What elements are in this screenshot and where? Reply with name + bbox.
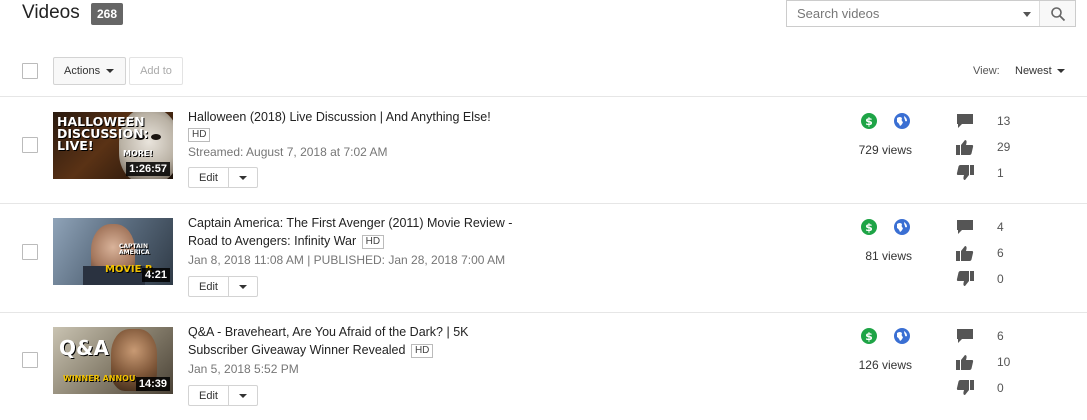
thumbs-up-icon bbox=[956, 355, 974, 370]
video-title-link[interactable]: Captain America: The First Avenger (2011… bbox=[188, 216, 512, 248]
hd-badge: HD bbox=[188, 127, 211, 142]
video-title-block: Captain America: The First Avenger (2011… bbox=[188, 214, 533, 250]
like-count: 10 bbox=[997, 355, 1011, 369]
edit-button[interactable]: Edit bbox=[189, 168, 229, 187]
select-all-checkbox[interactable] bbox=[22, 63, 38, 79]
comment-icon bbox=[957, 220, 973, 234]
edit-menu-button[interactable] bbox=[229, 386, 257, 405]
video-duration: 4:21 bbox=[141, 268, 170, 282]
thumbs-down-icon bbox=[956, 380, 974, 395]
dislike-count: 1 bbox=[997, 166, 1004, 180]
chevron-down-icon bbox=[1056, 69, 1065, 73]
globe-icon[interactable] bbox=[894, 219, 910, 235]
edit-button[interactable]: Edit bbox=[189, 386, 229, 405]
thumbnail-caption: HALLOWEEN DISCUSSION: LIVE! bbox=[57, 114, 149, 153]
video-duration: 14:39 bbox=[135, 377, 170, 391]
svg-text:$: $ bbox=[865, 330, 873, 343]
sort-dropdown[interactable]: Newest bbox=[1015, 65, 1065, 77]
edit-button[interactable]: Edit bbox=[189, 277, 229, 296]
thumbnail-caption: Q&A bbox=[59, 336, 109, 360]
video-views: 81 views bbox=[865, 249, 912, 263]
video-count-badge: 268 bbox=[91, 3, 123, 25]
page-title: Videos bbox=[22, 2, 80, 23]
globe-icon[interactable] bbox=[894, 328, 910, 344]
chevron-down-icon bbox=[239, 284, 247, 289]
video-row: CAPTAIN AMERICA MOVIE R 4:21 Captain Ame… bbox=[0, 204, 1087, 312]
video-duration: 1:26:57 bbox=[126, 162, 170, 176]
dislike-count: 0 bbox=[997, 381, 1004, 395]
search-button[interactable] bbox=[1039, 1, 1075, 26]
chevron-down-icon bbox=[239, 175, 247, 180]
svg-text:$: $ bbox=[865, 221, 873, 234]
comment-count: 6 bbox=[997, 329, 1004, 343]
edit-button-group: Edit bbox=[188, 276, 258, 297]
like-count: 6 bbox=[997, 246, 1004, 260]
comment-icon bbox=[957, 329, 973, 343]
video-select-checkbox[interactable] bbox=[22, 352, 38, 368]
thumbnail-caption-small: CAPTAIN AMERICA bbox=[119, 243, 150, 256]
search-dropdown-caret-icon[interactable] bbox=[1023, 12, 1031, 17]
video-thumbnail[interactable]: CAPTAIN AMERICA MOVIE R 4:21 bbox=[53, 218, 173, 285]
sort-value-label: Newest bbox=[1015, 65, 1052, 77]
video-views: 126 views bbox=[858, 358, 912, 372]
video-thumbnail[interactable]: Q&A WINNER ANNOU 14:39 bbox=[53, 327, 173, 394]
video-date: Jan 5, 2018 5:52 PM bbox=[188, 362, 299, 376]
video-row: HALLOWEEN DISCUSSION: LIVE! MORE! 1:26:5… bbox=[0, 97, 1087, 205]
chevron-down-icon bbox=[106, 69, 115, 73]
actions-button[interactable]: Actions bbox=[53, 57, 126, 85]
globe-icon[interactable] bbox=[894, 113, 910, 129]
video-select-checkbox[interactable] bbox=[22, 137, 38, 153]
actions-label: Actions bbox=[64, 65, 101, 77]
add-to-button[interactable]: Add to bbox=[129, 57, 183, 85]
comment-count: 4 bbox=[997, 220, 1004, 234]
video-title-block: Q&A - Braveheart, Are You Afraid of the … bbox=[188, 323, 503, 359]
thumbs-up-icon bbox=[956, 246, 974, 261]
thumbs-up-icon bbox=[956, 140, 974, 155]
dollar-circle-icon[interactable]: $ bbox=[861, 219, 877, 235]
hd-badge: HD bbox=[410, 343, 434, 358]
search-input[interactable] bbox=[787, 1, 1039, 26]
video-views: 729 views bbox=[858, 143, 912, 157]
comment-count: 13 bbox=[997, 114, 1011, 128]
like-count: 29 bbox=[997, 140, 1011, 154]
video-date: Jan 8, 2018 11:08 AM | PUBLISHED: Jan 28… bbox=[188, 253, 506, 267]
thumbs-down-icon bbox=[956, 165, 974, 180]
edit-button-group: Edit bbox=[188, 167, 258, 188]
edit-button-group: Edit bbox=[188, 385, 258, 406]
search-box bbox=[786, 0, 1076, 27]
dislike-count: 0 bbox=[997, 272, 1004, 286]
thumbnail-caption-small: MORE! bbox=[123, 149, 154, 158]
dollar-circle-icon[interactable]: $ bbox=[861, 328, 877, 344]
edit-menu-button[interactable] bbox=[229, 168, 257, 187]
video-row: Q&A WINNER ANNOU 14:39 Q&A - Braveheart,… bbox=[0, 313, 1087, 420]
video-date: Streamed: August 7, 2018 at 7:02 AM bbox=[188, 145, 388, 159]
chevron-down-icon bbox=[239, 393, 247, 398]
view-label: View: bbox=[973, 65, 1000, 77]
dollar-circle-icon[interactable]: $ bbox=[861, 113, 877, 129]
thumbnail-caption-small: WINNER ANNOU bbox=[63, 374, 136, 383]
edit-menu-button[interactable] bbox=[229, 277, 257, 296]
search-icon bbox=[1050, 6, 1065, 21]
thumbs-down-icon bbox=[956, 271, 974, 286]
video-title-link[interactable]: Halloween (2018) Live Discussion | And A… bbox=[188, 108, 548, 126]
comment-icon bbox=[957, 114, 973, 128]
video-select-checkbox[interactable] bbox=[22, 244, 38, 260]
video-thumbnail[interactable]: HALLOWEEN DISCUSSION: LIVE! MORE! 1:26:5… bbox=[53, 112, 173, 179]
svg-text:$: $ bbox=[865, 115, 873, 128]
hd-badge: HD bbox=[361, 234, 385, 249]
